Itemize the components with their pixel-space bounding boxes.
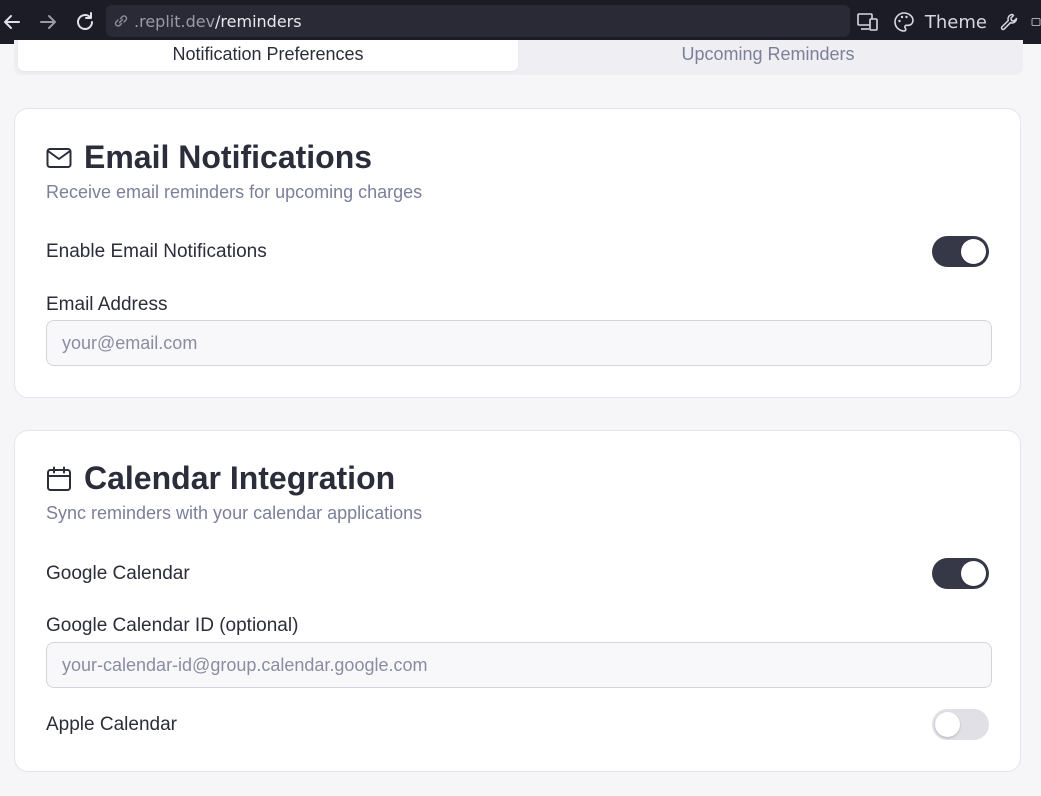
email-notifications-toggle[interactable]: [932, 236, 989, 267]
palette-icon[interactable]: [893, 11, 915, 33]
enable-email-label: Enable Email Notifications: [46, 241, 267, 262]
toggle-knob: [935, 712, 960, 737]
google-calendar-toggle[interactable]: [932, 558, 989, 589]
tab-upcoming-reminders[interactable]: Upcoming Reminders: [518, 40, 1018, 71]
browser-toolbar: .replit.dev/reminders Theme: [0, 0, 1041, 44]
email-card-subtitle: Receive email reminders for upcoming cha…: [46, 182, 423, 202]
reload-icon[interactable]: [73, 10, 97, 34]
link-icon: [112, 12, 130, 30]
calendar-card-subtitle: Sync reminders with your calendar applic…: [46, 503, 423, 523]
toggle-knob: [961, 239, 986, 264]
tab-notification-preferences[interactable]: Notification Preferences: [18, 40, 518, 71]
back-arrow-icon[interactable]: [0, 10, 24, 34]
forward-arrow-icon[interactable]: [36, 10, 60, 34]
email-card-title: Email Notifications: [84, 139, 373, 175]
toggle-knob: [961, 561, 986, 586]
apple-calendar-label: Apple Calendar: [46, 714, 177, 735]
email-address-label: Email Address: [46, 294, 168, 315]
panel-icon[interactable]: [1031, 12, 1041, 32]
mail-icon: [46, 147, 72, 169]
google-calendar-label: Google Calendar: [46, 563, 190, 584]
devices-icon[interactable]: [857, 12, 879, 32]
address-bar[interactable]: .replit.dev/reminders: [106, 5, 850, 37]
tabs-list: Notification Preferences Upcoming Remind…: [14, 40, 1023, 75]
email-notifications-card: Email Notifications Receive email remind…: [14, 108, 1021, 398]
email-address-input[interactable]: [46, 320, 992, 366]
wrench-icon[interactable]: [999, 12, 1019, 32]
google-calendar-id-input[interactable]: [46, 642, 992, 688]
url-text: .replit.dev/reminders: [134, 11, 302, 31]
theme-button[interactable]: Theme: [925, 12, 987, 33]
calendar-card-title: Calendar Integration: [84, 460, 396, 496]
google-calendar-id-label: Google Calendar ID (optional): [46, 615, 299, 636]
calendar-integration-card: Calendar Integration Sync reminders with…: [14, 430, 1021, 772]
calendar-icon: [46, 466, 72, 492]
apple-calendar-toggle[interactable]: [932, 709, 989, 740]
